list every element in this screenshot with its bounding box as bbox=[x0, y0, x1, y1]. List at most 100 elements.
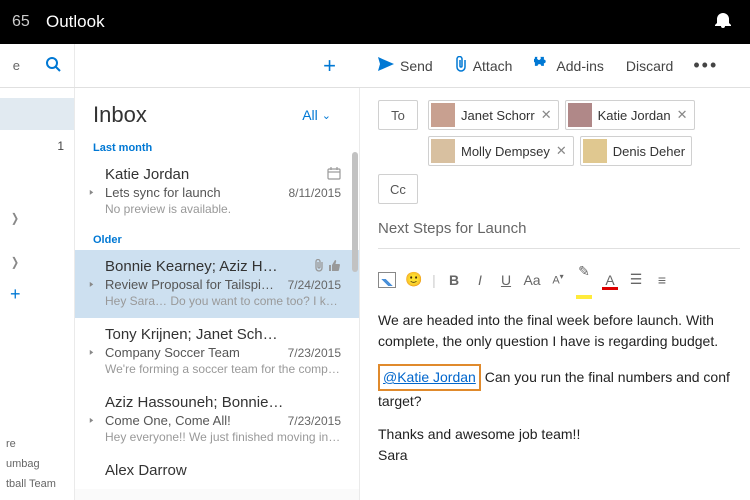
avatar bbox=[583, 139, 607, 163]
paperclip-icon bbox=[455, 56, 467, 75]
body-line: We are headed into the final week before… bbox=[378, 312, 714, 328]
bold-button[interactable]: B bbox=[442, 272, 466, 288]
chevron-down-icon: ⌄ bbox=[322, 109, 331, 122]
message-preview: Hey everyone!! We just finished moving i… bbox=[105, 430, 341, 444]
italic-button[interactable]: I bbox=[468, 272, 492, 288]
nav-expand[interactable]: ❯ bbox=[0, 246, 74, 278]
cc-button[interactable]: Cc bbox=[378, 174, 418, 204]
remove-recipient-icon[interactable]: ✕ bbox=[541, 107, 552, 123]
underline-button[interactable]: U bbox=[494, 272, 518, 288]
title-bar: 65 Outlook bbox=[0, 0, 750, 44]
message-subject: Lets sync for launch bbox=[105, 185, 281, 200]
format-toolbar: 🙂 | B I U Aa A▾ ✎ A ☰ ≡ bbox=[378, 259, 740, 310]
expand-icon[interactable]: ▸ bbox=[90, 415, 94, 426]
recipient-chip[interactable]: Denis Deher bbox=[580, 136, 692, 166]
addins-label: Add-ins bbox=[556, 58, 603, 74]
recipient-chip[interactable]: Katie Jordan ✕ bbox=[565, 100, 695, 130]
search-icon[interactable] bbox=[45, 56, 61, 76]
filter-dropdown[interactable]: All ⌄ bbox=[302, 107, 331, 123]
number-list-button[interactable]: ≡ bbox=[650, 272, 674, 288]
at-mention[interactable]: @Katie Jordan bbox=[383, 369, 476, 385]
subject-input[interactable] bbox=[378, 220, 740, 237]
message-body[interactable]: We are headed into the final week before… bbox=[378, 310, 740, 466]
recipient-chip[interactable]: Janet Schorr ✕ bbox=[428, 100, 559, 130]
discard-label: Discard bbox=[626, 58, 673, 74]
remove-recipient-icon[interactable]: ✕ bbox=[556, 143, 567, 159]
expand-icon[interactable]: ▸ bbox=[90, 347, 94, 358]
send-button[interactable]: Send bbox=[370, 53, 441, 78]
to-recipients[interactable]: Janet Schorr ✕ Katie Jordan ✕ Molly Demp… bbox=[428, 100, 740, 166]
highlight-button[interactable]: ✎ bbox=[572, 263, 596, 296]
message-sender: Bonnie Kearney; Aziz H… bbox=[105, 258, 310, 275]
message-date: 8/11/2015 bbox=[289, 186, 342, 200]
message-date: 7/23/2015 bbox=[288, 346, 341, 360]
addins-button[interactable]: Add-ins bbox=[526, 52, 611, 79]
emoji-icon[interactable]: 🙂 bbox=[402, 271, 426, 288]
nav-item-count: 1 bbox=[57, 139, 64, 153]
recipient-name: Denis Deher bbox=[613, 144, 685, 159]
font-color-button[interactable]: A bbox=[598, 272, 622, 288]
avatar bbox=[431, 139, 455, 163]
message-item[interactable]: Tony Krijnen; Janet Sch… ▸ Company Socce… bbox=[75, 318, 359, 386]
unknown-left-label: e bbox=[13, 58, 20, 73]
mention-highlight: @Katie Jordan bbox=[378, 364, 481, 391]
app-title: Outlook bbox=[46, 12, 708, 32]
app-launcher-partial: 65 bbox=[12, 13, 36, 31]
to-button[interactable]: To bbox=[378, 100, 418, 130]
message-sender: Katie Jordan bbox=[105, 166, 323, 183]
body-line: Thanks and awesome job team!! bbox=[378, 426, 580, 442]
notifications-icon[interactable] bbox=[708, 12, 738, 33]
folder-nav: 1 ❯ ❯ + re umbag tball Team bbox=[0, 88, 75, 500]
nav-truncated-label[interactable]: tball Team bbox=[0, 474, 74, 494]
bullet-list-button[interactable]: ☰ bbox=[624, 271, 648, 288]
compose-pane: To Janet Schorr ✕ Katie Jordan ✕ Molly D… bbox=[360, 88, 750, 500]
scrollbar[interactable] bbox=[352, 134, 358, 500]
body-line: target? bbox=[378, 393, 422, 409]
message-sender: Aziz Hassouneh; Bonnie… bbox=[105, 394, 341, 411]
group-header[interactable]: Last month bbox=[75, 134, 359, 158]
avatar bbox=[431, 103, 455, 127]
remove-recipient-icon[interactable]: ✕ bbox=[677, 107, 688, 123]
font-size-button[interactable]: A▾ bbox=[546, 272, 570, 287]
expand-icon[interactable]: ▸ bbox=[90, 279, 94, 290]
send-icon bbox=[378, 57, 394, 74]
calendar-icon bbox=[327, 167, 341, 183]
message-sender: Alex Darrow bbox=[105, 462, 341, 479]
nav-item-selected[interactable] bbox=[0, 98, 74, 130]
insert-image-icon[interactable] bbox=[378, 272, 396, 288]
more-actions-button[interactable]: ••• bbox=[687, 55, 724, 76]
folder-title: Inbox bbox=[93, 102, 302, 128]
scrollbar-thumb[interactable] bbox=[352, 152, 358, 272]
recipient-name: Janet Schorr bbox=[461, 108, 535, 123]
paperclip-icon bbox=[314, 259, 324, 275]
recipient-name: Molly Dempsey bbox=[461, 144, 550, 159]
attach-label: Attach bbox=[473, 58, 513, 74]
nav-expand[interactable]: ❯ bbox=[0, 202, 74, 234]
nav-truncated-label[interactable]: re bbox=[0, 434, 74, 454]
nav-item[interactable]: 1 bbox=[0, 130, 74, 162]
new-message-button[interactable]: + bbox=[323, 53, 336, 79]
message-item[interactable]: Katie Jordan ▸ Lets sync for launch 8/11… bbox=[75, 158, 359, 226]
nav-add[interactable]: + bbox=[0, 278, 74, 310]
message-list: Inbox All ⌄ Last month Katie Jordan ▸ Le… bbox=[75, 88, 360, 500]
message-item[interactable]: Aziz Hassouneh; Bonnie… ▸ Come One, Come… bbox=[75, 386, 359, 454]
message-subject: Company Soccer Team bbox=[105, 345, 280, 360]
discard-button[interactable]: Discard bbox=[618, 54, 681, 78]
message-preview: No preview is available. bbox=[105, 202, 341, 216]
message-sender: Tony Krijnen; Janet Sch… bbox=[105, 326, 341, 343]
group-header[interactable]: Older bbox=[75, 226, 359, 250]
message-date: 7/24/2015 bbox=[288, 278, 341, 292]
nav-truncated-label[interactable]: umbag bbox=[0, 454, 74, 474]
chevron-right-icon: ❯ bbox=[11, 211, 19, 225]
expand-icon[interactable]: ▸ bbox=[90, 187, 94, 198]
message-preview: We're forming a soccer team for the comp… bbox=[105, 362, 341, 376]
message-preview: Hey Sara… Do you want to come too? I kno… bbox=[105, 294, 341, 308]
body-line: Can you run the final numbers and conf bbox=[481, 369, 730, 385]
font-case-button[interactable]: Aa bbox=[520, 272, 544, 288]
recipient-chip[interactable]: Molly Dempsey ✕ bbox=[428, 136, 574, 166]
message-item[interactable]: Bonnie Kearney; Aziz H… ▸ Review Proposa… bbox=[75, 250, 359, 318]
command-bar: e + Send Attach Add-ins Discard bbox=[0, 44, 750, 88]
message-subject: Review Proposal for Tailspin Toys bbox=[105, 277, 280, 292]
attach-button[interactable]: Attach bbox=[447, 52, 521, 79]
message-item[interactable]: Alex Darrow bbox=[75, 454, 359, 489]
